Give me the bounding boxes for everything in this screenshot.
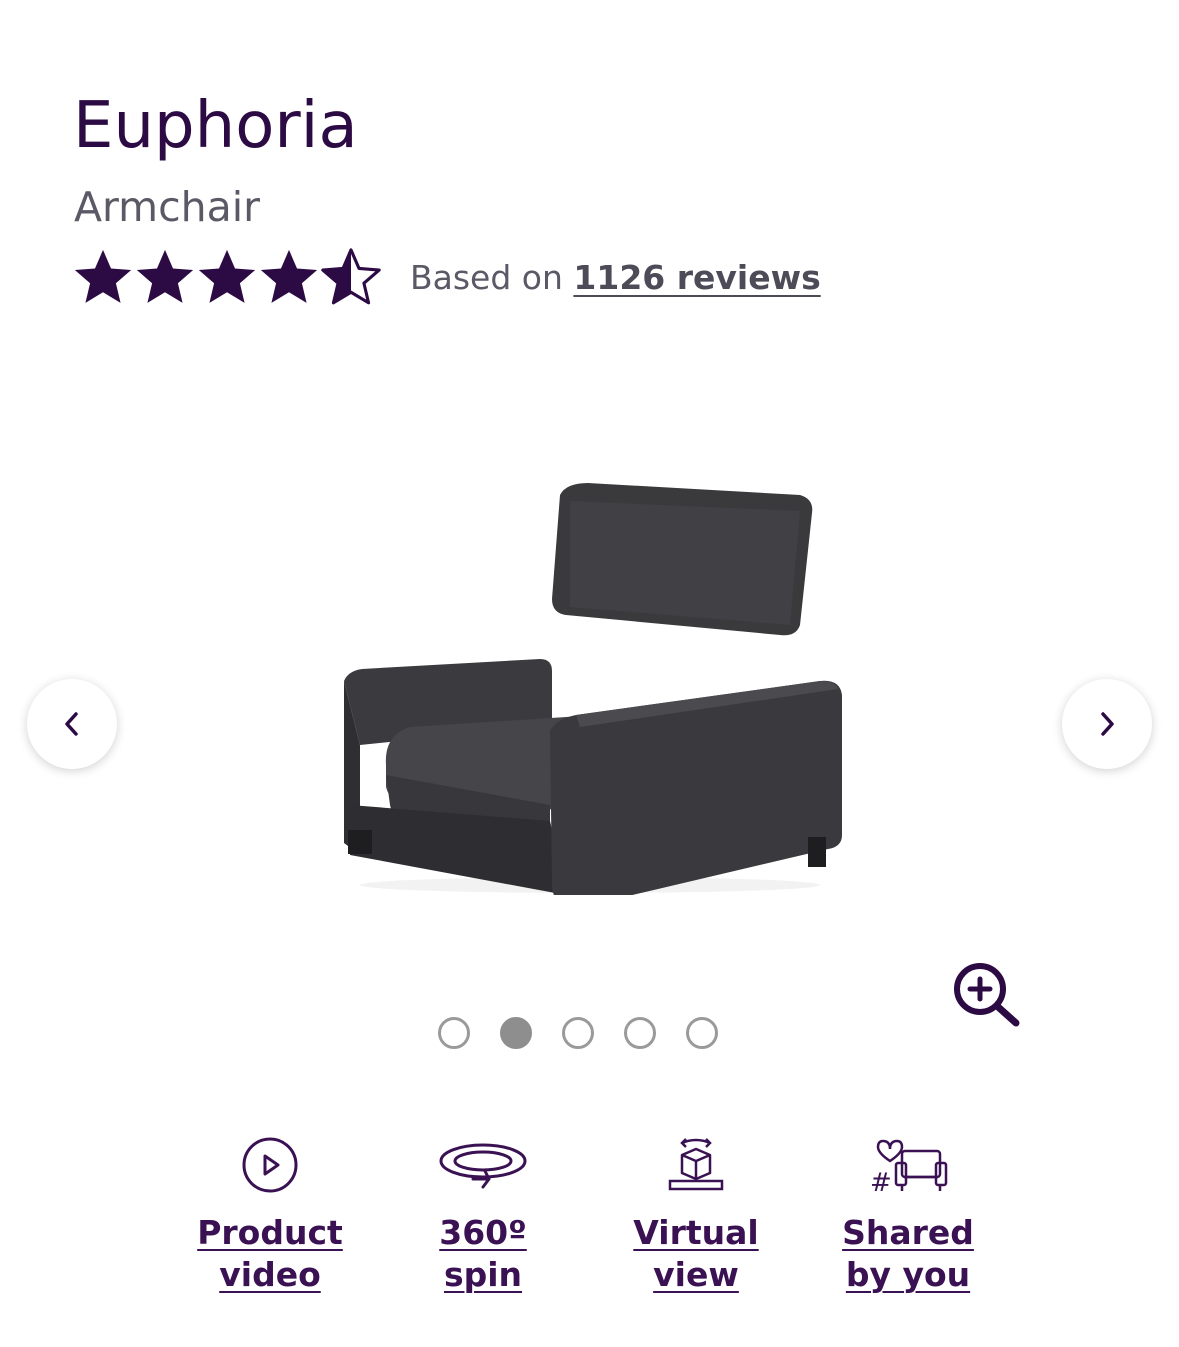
gallery-dot[interactable]	[686, 1017, 718, 1049]
shared-by-you-link[interactable]: # Shared by you	[798, 1130, 1018, 1296]
rating-prefix: Based on	[410, 257, 563, 297]
chevron-left-icon	[65, 712, 78, 736]
armchair-image	[344, 483, 842, 895]
star-icon	[136, 249, 194, 303]
reviews-link[interactable]: 1126 reviews	[573, 258, 820, 297]
half-star-icon	[321, 248, 381, 305]
star-icon	[74, 249, 132, 303]
star-rating	[72, 246, 382, 308]
play-icon	[242, 1137, 298, 1193]
rating-summary: Based on 1126 reviews	[410, 258, 821, 297]
gallery-next-button[interactable]	[1062, 679, 1152, 769]
product-gallery	[0, 400, 1179, 960]
gallery-dot[interactable]	[562, 1017, 594, 1049]
feature-label: Virtual view	[633, 1213, 759, 1294]
virtual-view-link[interactable]: Virtual view	[586, 1130, 806, 1296]
star-icon	[198, 249, 256, 303]
star-icon	[260, 249, 318, 303]
zoom-in-icon[interactable]	[952, 961, 1022, 1027]
rotate-360-icon	[439, 1143, 527, 1189]
ar-cube-icon	[668, 1138, 724, 1191]
feature-label: Shared by you	[842, 1213, 974, 1294]
svg-text:#: #	[870, 1168, 892, 1195]
gallery-dot-active[interactable]	[500, 1017, 532, 1049]
gallery-prev-button[interactable]	[27, 679, 117, 769]
shared-sofa-icon: #	[870, 1139, 948, 1195]
spin-360-link[interactable]: 360º spin	[373, 1130, 593, 1296]
gallery-dot[interactable]	[624, 1017, 656, 1049]
feature-label: 360º spin	[439, 1213, 527, 1294]
product-title: Euphoria	[73, 89, 358, 163]
gallery-dot[interactable]	[438, 1017, 470, 1049]
chevron-right-icon	[1101, 712, 1114, 736]
product-subtitle: Armchair	[74, 183, 261, 231]
gallery-pagination	[438, 1017, 718, 1049]
feature-label: Product video	[197, 1213, 343, 1294]
rating-row: Based on 1126 reviews	[72, 245, 821, 309]
product-video-link[interactable]: Product video	[160, 1130, 380, 1296]
